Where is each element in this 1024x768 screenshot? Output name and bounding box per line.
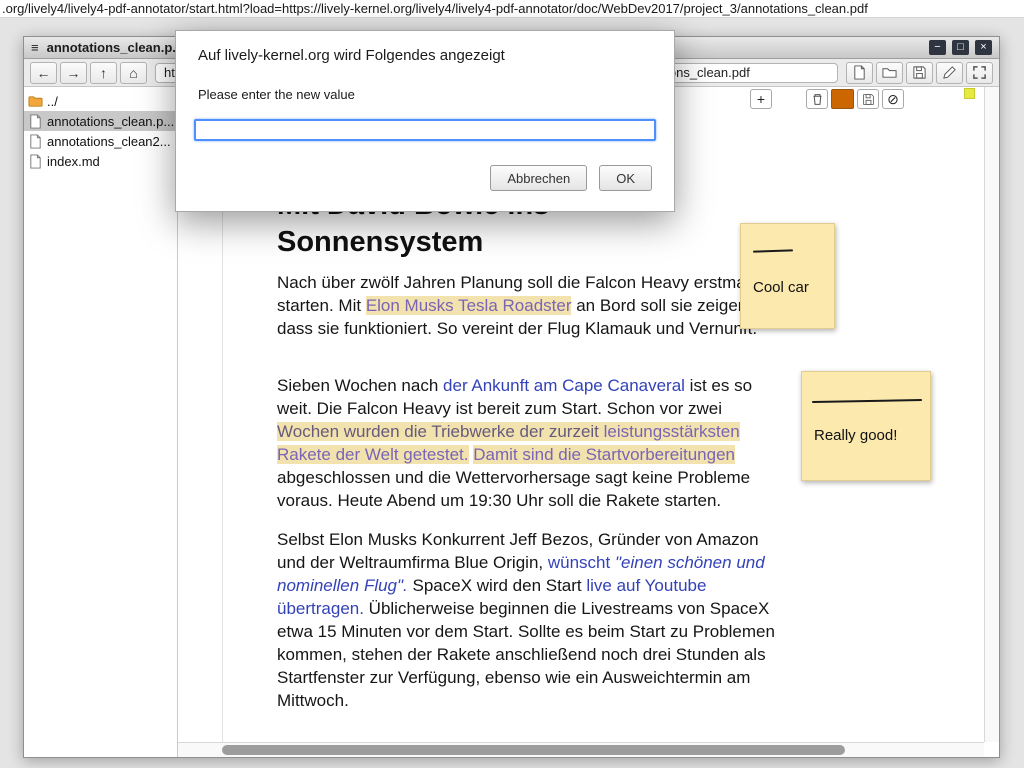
open-folder-button[interactable] <box>876 62 903 84</box>
file-icon <box>28 134 43 149</box>
up-button[interactable]: ↑ <box>90 62 117 84</box>
file-list-item-parent[interactable]: ../ <box>24 91 177 111</box>
new-document-button[interactable] <box>846 62 873 84</box>
sticky-note[interactable]: Cool car <box>740 223 835 329</box>
cancel-annotation-button[interactable]: ⊘ <box>882 89 904 109</box>
fullscreen-icon <box>972 65 987 80</box>
delete-annotation-button[interactable] <box>806 89 828 109</box>
save-button[interactable] <box>906 62 933 84</box>
file-list-item[interactable]: index.md <box>24 151 177 171</box>
annotation-marker[interactable] <box>964 88 975 99</box>
file-name: annotations_clean.p... <box>47 114 174 129</box>
text-segment: Sieben Wochen nach <box>277 376 443 395</box>
text-segment: Wochen wurden die Triebwerke der zurzeit <box>277 422 604 441</box>
text-segment: abgeschlossen und die Wettervorhersage s… <box>277 468 750 510</box>
minimize-button[interactable]: − <box>929 40 946 55</box>
maximize-button[interactable]: □ <box>952 40 969 55</box>
text-segment: SpaceX wird den Start <box>408 576 587 595</box>
pdf-page-text: Mit David Bowie ins Sonnensystem Nach üb… <box>277 187 782 712</box>
pdf-paragraph: Nach über zwölf Jahren Planung soll die … <box>277 271 782 340</box>
fullscreen-button[interactable] <box>966 62 993 84</box>
save-icon <box>862 93 875 106</box>
edit-icon <box>942 65 957 80</box>
close-button[interactable]: × <box>975 40 992 55</box>
text-segment: wünscht <box>548 553 610 572</box>
window-controls: − □ × <box>929 40 992 55</box>
sticky-note-text: Cool car <box>753 279 809 296</box>
vertical-scrollbar[interactable] <box>984 87 999 742</box>
pdf-paragraph: Sieben Wochen nach der Ankunft am Cape C… <box>277 374 782 512</box>
edit-button[interactable] <box>936 62 963 84</box>
scrollbar-thumb[interactable] <box>222 745 845 755</box>
text-segment: Elon Musks Tesla Roadster <box>366 296 572 315</box>
dialog-message: Please enter the new value <box>198 87 355 102</box>
dialog-buttons: Abbrechen OK <box>490 165 652 191</box>
window-title: annotations_clean.p... <box>47 40 184 55</box>
browser-url-text: .org/lively4/lively4-pdf-annotator/start… <box>0 0 1024 18</box>
save-annotations-button[interactable] <box>857 89 879 109</box>
sticky-note-text: Really good! <box>814 427 897 444</box>
text-segment: Damit sind die Startvorbereitungen <box>473 445 735 464</box>
file-name: index.md <box>47 154 100 169</box>
cancel-button[interactable]: Abbrechen <box>490 165 587 191</box>
file-list-item-selected[interactable]: annotations_clean.p... <box>24 111 177 131</box>
home-button[interactable]: ⌂ <box>120 62 147 84</box>
file-name: ../ <box>47 94 58 109</box>
text-segment: der Ankunft am Cape Canaveral <box>443 376 685 395</box>
js-prompt-dialog: Auf lively-kernel.org wird Folgendes ang… <box>175 30 675 212</box>
pdf-paragraph: Selbst Elon Musks Konkurrent Jeff Bezos,… <box>277 528 782 712</box>
file-icon <box>28 114 43 129</box>
file-list: ../ annotations_clean.p... annotations_c… <box>24 87 178 757</box>
file-icon <box>28 154 43 169</box>
file-name: annotations_clean2... <box>47 134 171 149</box>
dialog-input[interactable] <box>194 119 656 141</box>
file-list-item[interactable]: annotations_clean2... <box>24 131 177 151</box>
open-folder-icon <box>882 65 897 80</box>
new-document-icon <box>852 65 867 80</box>
sticky-note[interactable]: Really good! <box>801 371 931 481</box>
trash-icon <box>811 93 824 106</box>
ink-stroke <box>812 399 922 403</box>
back-button[interactable]: ← <box>30 62 57 84</box>
pdf-heading-line2: Sonnensystem <box>277 224 782 261</box>
color-swatch[interactable] <box>831 89 854 109</box>
horizontal-scrollbar[interactable] <box>178 742 984 757</box>
save-icon <box>912 65 927 80</box>
folder-icon <box>28 94 43 109</box>
forward-button[interactable]: → <box>60 62 87 84</box>
dialog-title: Auf lively-kernel.org wird Folgendes ang… <box>198 47 505 64</box>
menu-icon[interactable]: ≡ <box>31 40 39 55</box>
annotation-toolbar: + ⊘ <box>750 89 904 109</box>
ok-button[interactable]: OK <box>599 165 652 191</box>
ink-stroke <box>753 249 793 252</box>
add-annotation-button[interactable]: + <box>750 89 772 109</box>
